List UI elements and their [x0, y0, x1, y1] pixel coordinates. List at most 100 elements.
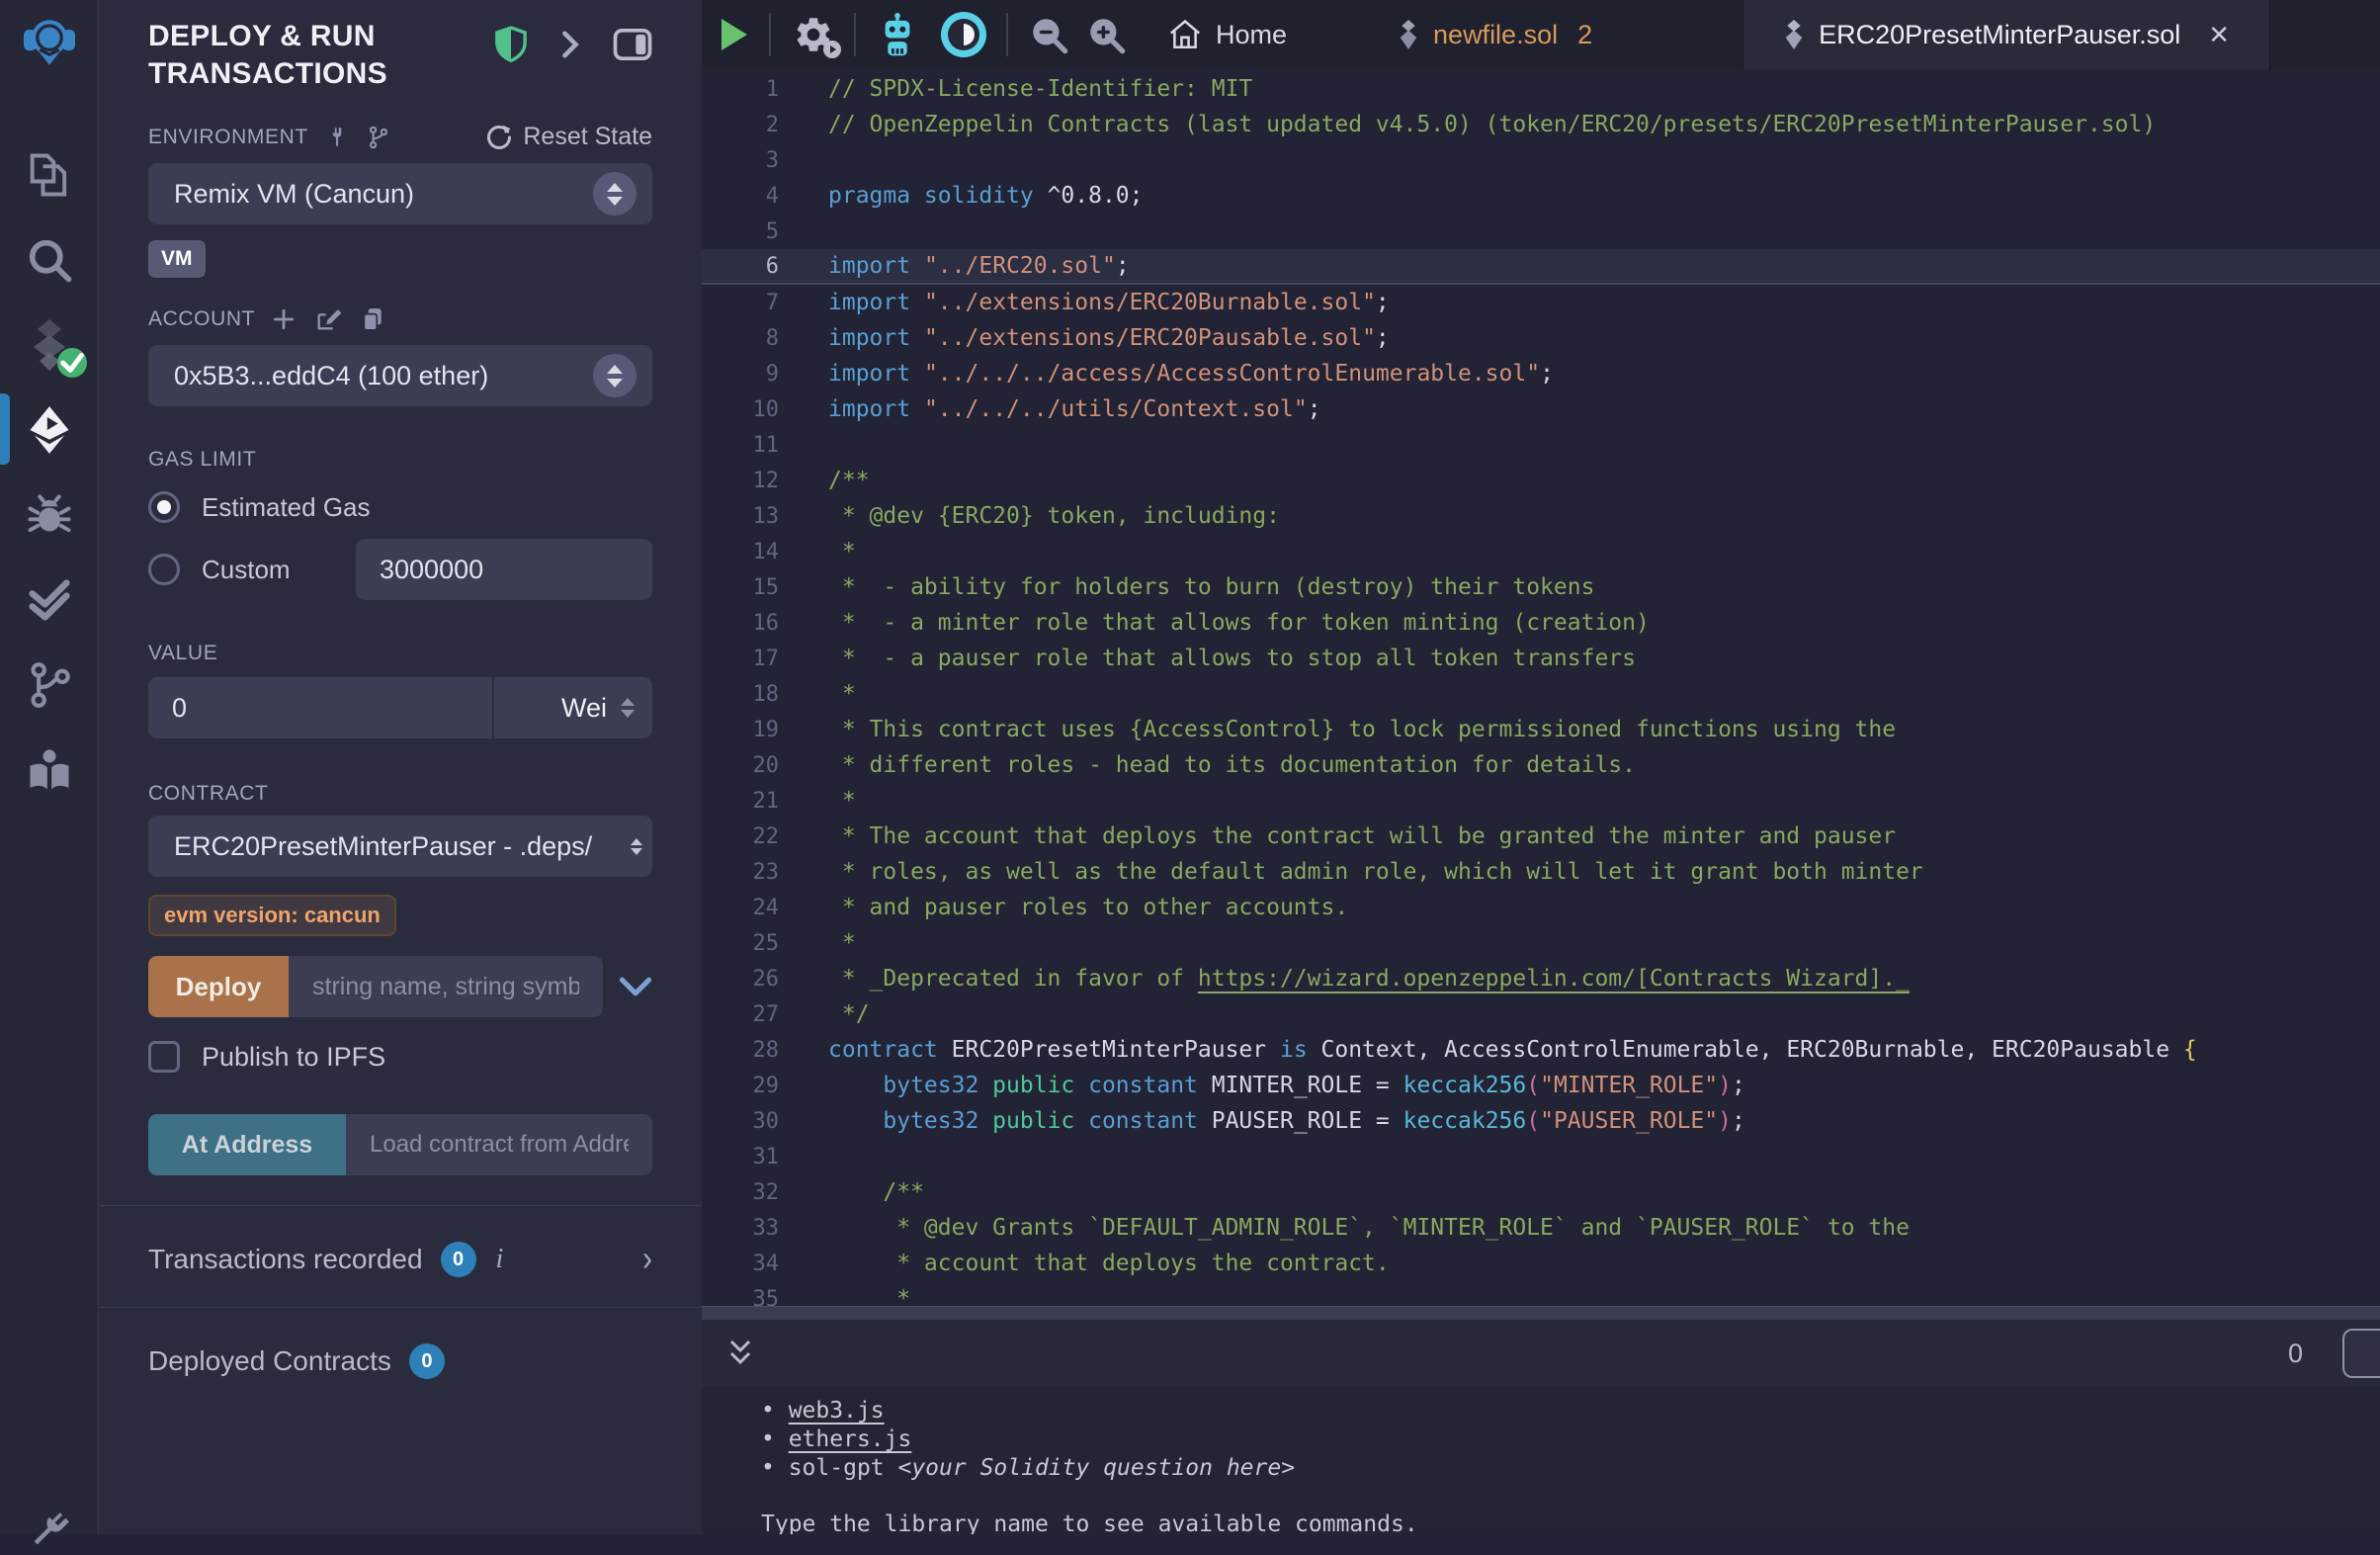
code-editor[interactable]: 1// SPDX-License-Identifier: MIT2// Open…: [702, 69, 2380, 1306]
code-line: 31: [702, 1139, 2380, 1174]
sidebar-item-search[interactable]: [0, 217, 99, 302]
collapse-terminal-icon[interactable]: [725, 1337, 755, 1370]
line-number: 22: [702, 824, 812, 849]
select-spinner-icon: [593, 172, 637, 216]
search-icon: [24, 234, 75, 286]
transactions-recorded-section[interactable]: Transactions recorded 0 i ›: [148, 1206, 652, 1307]
constructor-args-input[interactable]: [289, 956, 603, 1017]
code-line: 35 *: [702, 1281, 2380, 1306]
gas-limit-label: GAS LIMIT: [148, 448, 256, 472]
close-tab-icon[interactable]: ✕: [2208, 20, 2230, 50]
tab-newfile[interactable]: newfile.sol 2: [1342, 0, 1648, 69]
account-select[interactable]: 0x5B3...eddC4 (100 ether): [148, 345, 652, 406]
value-unit-select[interactable]: Wei: [494, 677, 652, 738]
sidebar-item-plugin-manager[interactable]: [0, 1507, 99, 1552]
book-reader-icon: [24, 744, 75, 796]
estimated-gas-option[interactable]: Estimated Gas: [148, 491, 652, 523]
line-number: 26: [702, 967, 812, 992]
code-line: 13 * @dev {ERC20} token, including:: [702, 498, 2380, 534]
chevron-right-icon[interactable]: [557, 30, 583, 59]
bug-icon: [24, 489, 75, 541]
code-line: 21 *: [702, 783, 2380, 819]
page-title: DEPLOY & RUN TRANSACTIONS: [148, 18, 445, 93]
ai-assistant-robot-icon[interactable]: [876, 12, 919, 57]
line-number: 12: [702, 469, 812, 493]
code-line: 24 * and pauser roles to other accounts.: [702, 890, 2380, 925]
code-line: 25 *: [702, 925, 2380, 961]
terminal-text: sol-gpt: [789, 1455, 885, 1481]
sidebar-item-unit-testing[interactable]: [0, 558, 99, 643]
line-number: 6: [702, 254, 812, 279]
code-line: 8import "../extensions/ERC20Pausable.sol…: [702, 320, 2380, 356]
fork-environment-icon[interactable]: [366, 125, 391, 150]
publish-to-ipfs-option[interactable]: Publish to IPFS: [148, 1041, 652, 1073]
terminal-link[interactable]: ethers.js: [789, 1426, 912, 1452]
custom-gas-input[interactable]: [356, 539, 652, 600]
edit-account-icon[interactable]: [314, 305, 342, 333]
code-line: 33 * @dev Grants `DEFAULT_ADMIN_ROLE`, `…: [702, 1210, 2380, 1246]
sidebar-item-debugger[interactable]: [0, 473, 99, 558]
code-line: 29 bytes32 public constant MINTER_ROLE =…: [702, 1068, 2380, 1103]
plug-small-icon[interactable]: [324, 125, 350, 150]
run-settings-gear-icon[interactable]: [793, 14, 834, 55]
code-line: 27 */: [702, 996, 2380, 1032]
sidebar-item-learneth[interactable]: [0, 728, 99, 813]
terminal-hint: <your Solidity question here>: [885, 1455, 1295, 1481]
line-number: 18: [702, 682, 812, 707]
line-number: 29: [702, 1074, 812, 1098]
at-address-input[interactable]: [346, 1114, 652, 1175]
divider: [769, 13, 771, 56]
custom-gas-option[interactable]: Custom: [148, 554, 356, 585]
checkbox-unchecked-icon: [148, 1041, 180, 1073]
environment-select[interactable]: Remix VM (Cancun): [148, 163, 652, 224]
line-number: 4: [702, 184, 812, 209]
code-line: 28contract ERC20PresetMinterPauser is Co…: [702, 1032, 2380, 1068]
tab-home[interactable]: Home: [1147, 0, 1309, 69]
line-number: 27: [702, 1002, 812, 1027]
line-number: 28: [702, 1038, 812, 1063]
refresh-icon: [485, 124, 513, 151]
shield-icon[interactable]: [494, 26, 528, 63]
sidebar-item-deploy-run[interactable]: [0, 388, 99, 473]
add-account-icon[interactable]: [271, 306, 297, 332]
code-line: 30 bytes32 public constant PAUSER_ROLE =…: [702, 1103, 2380, 1139]
terminal-list: web3.jsethers.js sol-gpt <your Solidity q…: [761, 1397, 2380, 1483]
line-number: 33: [702, 1216, 812, 1241]
solidity-file-icon: [1783, 20, 1805, 49]
code-line: 1// SPDX-License-Identifier: MIT: [702, 71, 2380, 107]
run-script-icon[interactable]: [722, 19, 747, 50]
panel-layout-icon[interactable]: [613, 28, 652, 61]
ai-copilot-toggle[interactable]: [941, 12, 986, 57]
line-number: 23: [702, 860, 812, 885]
remix-logo[interactable]: [0, 0, 99, 85]
value-input[interactable]: [148, 677, 492, 738]
double-check-icon: [24, 574, 75, 626]
line-number: 13: [702, 504, 812, 529]
expand-constructor-icon[interactable]: [619, 975, 652, 998]
expand-transactions-icon[interactable]: ›: [642, 1240, 652, 1280]
at-address-button[interactable]: At Address: [148, 1114, 346, 1175]
contract-select[interactable]: ERC20PresetMinterPauser - .deps/: [148, 816, 652, 877]
select-spinner-icon: [593, 354, 637, 397]
line-number: 7: [702, 291, 812, 315]
sidebar-item-git[interactable]: [0, 643, 99, 728]
radio-selected-icon: [148, 491, 180, 523]
code-line: 6import "../ERC20.sol";: [702, 249, 2380, 285]
line-number: 16: [702, 611, 812, 636]
terminal-search-input[interactable]: [2342, 1329, 2380, 1378]
zoom-out-icon[interactable]: [1028, 14, 1069, 55]
tab-erc20presetminterpauser[interactable]: ERC20PresetMinterPauser.sol ✕: [1742, 0, 2270, 69]
line-number: 34: [702, 1252, 812, 1276]
reset-state-button[interactable]: Reset State: [485, 123, 652, 151]
zoom-in-icon[interactable]: [1085, 14, 1127, 55]
terminal-link[interactable]: web3.js: [789, 1398, 885, 1424]
info-icon[interactable]: i: [496, 1244, 504, 1275]
code-line: 23 * roles, as well as the default admin…: [702, 854, 2380, 890]
sidebar-item-file-explorer[interactable]: [0, 132, 99, 217]
line-number: 30: [702, 1109, 812, 1134]
terminal-resize-handle[interactable]: [702, 1306, 2380, 1320]
code-line: 22 * The account that deploys the contra…: [702, 819, 2380, 854]
sidebar-item-solidity-compiler[interactable]: [0, 302, 99, 388]
copy-address-icon[interactable]: [360, 305, 385, 333]
deploy-button[interactable]: Deploy: [148, 956, 289, 1017]
